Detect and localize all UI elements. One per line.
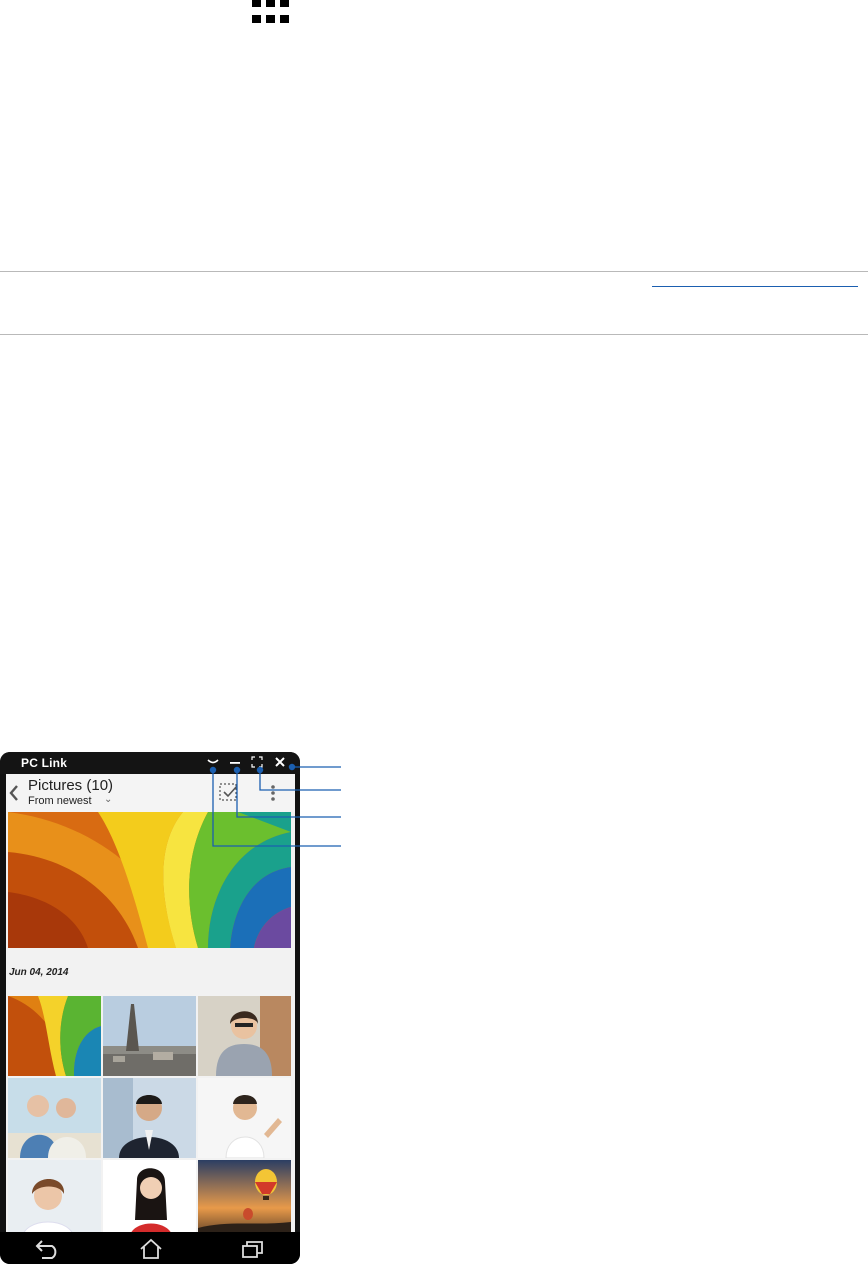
photo-thumbnail[interactable]: [8, 1078, 101, 1158]
back-icon[interactable]: [34, 1238, 64, 1260]
android-nav-bar: [0, 1232, 300, 1264]
photo-thumbnail[interactable]: [103, 1160, 196, 1232]
photo-thumbnail[interactable]: [198, 1078, 291, 1158]
note-bottom-rule: [0, 334, 868, 335]
photo-thumbnail[interactable]: [198, 1160, 291, 1232]
recent-apps-icon[interactable]: [238, 1238, 268, 1260]
photo-thumbnail[interactable]: [8, 996, 101, 1076]
callout-lines: [209, 763, 341, 847]
photo-thumbnail[interactable]: [103, 996, 196, 1076]
apps-grid-icon: [252, 0, 289, 23]
photo-thumbnail[interactable]: [103, 1078, 196, 1158]
date-group-label: Jun 04, 2014: [9, 967, 69, 978]
photo-thumbnail[interactable]: [198, 996, 291, 1076]
home-icon[interactable]: [136, 1238, 166, 1260]
note-top-rule: [0, 271, 868, 272]
photo-thumbnail[interactable]: [8, 1160, 101, 1232]
hyperlink-underline[interactable]: [652, 286, 858, 287]
